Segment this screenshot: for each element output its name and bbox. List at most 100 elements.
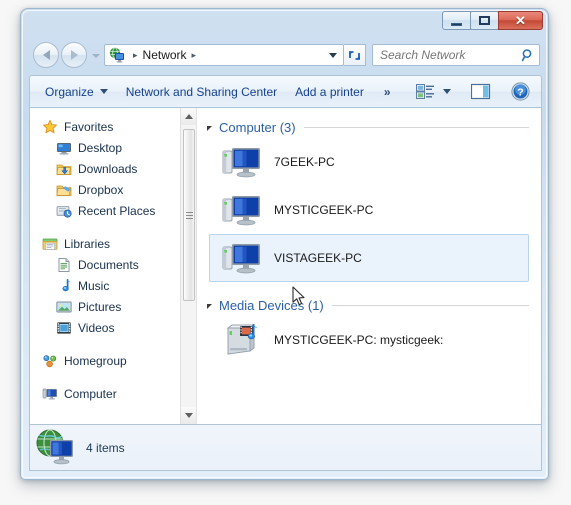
desktop-background: ✕ ▸ Network ▸ Search Network Organize Ne… — [0, 0, 571, 505]
forward-button[interactable] — [61, 42, 87, 68]
status-bar: 4 items — [29, 425, 542, 471]
chevron-down-icon — [185, 413, 193, 418]
preview-pane-button[interactable] — [466, 80, 496, 103]
desktop-icon — [56, 140, 72, 156]
search-box[interactable] — [372, 44, 540, 66]
navigation-pane: Favorites Desktop Downloads Dropbox Rece… — [30, 108, 197, 424]
toolbar-overflow-button[interactable]: » — [377, 81, 398, 103]
group-title: Computer (3) — [219, 119, 296, 135]
group-title: Media Devices (1) — [219, 297, 324, 313]
navigation-pane-scrollbar[interactable] — [180, 108, 196, 424]
navigation-pane-content: Favorites Desktop Downloads Dropbox Rece… — [30, 108, 180, 424]
network-icon — [109, 47, 125, 63]
sidebar-item-music[interactable]: Music — [30, 275, 180, 296]
back-button[interactable] — [33, 42, 59, 68]
content-area: Favorites Desktop Downloads Dropbox Rece… — [29, 107, 542, 425]
scroll-up-button[interactable] — [181, 108, 196, 125]
group-rule — [331, 304, 529, 306]
computer-icon — [222, 142, 262, 182]
sidebar-item-favorites[interactable]: Favorites — [30, 116, 180, 137]
scroll-down-button[interactable] — [181, 407, 196, 424]
item-label: VISTAGEEK-PC — [274, 251, 362, 265]
sidebar-item-dropbox[interactable]: Dropbox — [30, 179, 180, 200]
add-a-printer-button[interactable]: Add a printer — [286, 81, 373, 103]
network-and-sharing-center-button[interactable]: Network and Sharing Center — [117, 81, 286, 103]
status-item-count: 4 items — [86, 440, 125, 455]
title-bar[interactable]: ✕ — [21, 9, 548, 37]
sidebar-label: Music — [78, 278, 110, 293]
add-printer-label: Add a printer — [295, 84, 364, 99]
sidebar-label: Desktop — [78, 140, 123, 155]
breadcrumb-network[interactable]: Network — [143, 48, 187, 62]
sidebar-label: Pictures — [78, 299, 122, 314]
minimize-icon — [451, 22, 462, 26]
list-item[interactable]: 7GEEK-PC — [209, 138, 529, 186]
sidebar-item-homegroup[interactable]: Homegroup — [30, 350, 180, 371]
sidebar-item-libraries[interactable]: Libraries — [30, 233, 180, 254]
list-item-selected[interactable]: VISTAGEEK-PC — [209, 234, 529, 282]
scrollbar-thumb[interactable] — [183, 129, 195, 301]
sidebar-item-videos[interactable]: Videos — [30, 317, 180, 338]
videos-icon — [56, 320, 72, 336]
sidebar-item-pictures[interactable]: Pictures — [30, 296, 180, 317]
maximize-button[interactable] — [470, 11, 499, 30]
network-globe-icon — [36, 428, 78, 468]
recent-places-icon — [56, 203, 72, 219]
sidebar-label: Videos — [78, 320, 115, 335]
search-input[interactable] — [380, 48, 521, 62]
chevron-down-icon — [329, 52, 337, 58]
back-arrow-icon — [42, 50, 50, 60]
breadcrumb-separator: ▸ — [133, 49, 138, 60]
address-bar[interactable]: ▸ Network ▸ — [104, 44, 344, 66]
group-rule — [303, 126, 529, 128]
toolbar-right-group: ? — [411, 79, 535, 104]
window-controls: ✕ — [442, 11, 543, 30]
homegroup-icon — [42, 353, 58, 369]
sidebar-label: Computer — [64, 386, 117, 401]
pictures-icon — [56, 299, 72, 315]
file-list-pane[interactable]: Computer (3) 7GEEK-PC MYSTICGEEK-PC VIST… — [197, 108, 541, 424]
sidebar-item-recent-places[interactable]: Recent Places — [30, 200, 180, 221]
item-label: 7GEEK-PC — [274, 155, 335, 169]
group-header-computer[interactable]: Computer (3) — [207, 116, 541, 138]
change-view-button[interactable] — [411, 80, 456, 103]
organize-button[interactable]: Organize — [36, 81, 117, 103]
recent-pages-icon[interactable] — [92, 54, 100, 58]
documents-icon — [56, 257, 72, 273]
maximize-icon — [479, 16, 490, 25]
view-list-icon — [416, 83, 435, 100]
group-header-media-devices[interactable]: Media Devices (1) — [207, 294, 541, 316]
help-icon: ? — [511, 82, 530, 101]
list-item[interactable]: MYSTICGEEK-PC: mysticgeek: — [209, 316, 529, 364]
sidebar-label: Favorites — [64, 119, 114, 134]
star-icon — [42, 119, 58, 135]
media-device-icon — [222, 320, 262, 360]
computer-icon — [222, 190, 262, 230]
minimize-button[interactable] — [442, 11, 471, 30]
breadcrumb-separator-trailing[interactable]: ▸ — [192, 50, 197, 61]
downloads-folder-icon — [56, 161, 72, 177]
sidebar-item-desktop[interactable]: Desktop — [30, 137, 180, 158]
collapse-triangle-icon — [207, 304, 212, 309]
close-icon: ✕ — [515, 13, 526, 28]
chevron-up-icon — [185, 114, 193, 119]
libraries-icon — [42, 236, 58, 252]
preview-pane-icon — [471, 83, 491, 100]
sidebar-label: Documents — [78, 257, 139, 272]
sidebar-item-downloads[interactable]: Downloads — [30, 158, 180, 179]
scrollbar-grip-icon — [185, 210, 193, 221]
sidebar-item-computer[interactable]: Computer — [30, 383, 180, 404]
help-button[interactable]: ? — [506, 79, 535, 104]
music-icon — [56, 278, 72, 294]
address-dropdown-button[interactable] — [325, 52, 341, 58]
chevron-down-icon — [443, 89, 451, 94]
computer-icon — [222, 238, 262, 278]
sidebar-item-documents[interactable]: Documents — [30, 254, 180, 275]
refresh-button[interactable] — [344, 44, 366, 66]
refresh-icon — [347, 48, 362, 63]
close-button[interactable]: ✕ — [498, 11, 543, 30]
list-item[interactable]: MYSTICGEEK-PC — [209, 186, 529, 234]
